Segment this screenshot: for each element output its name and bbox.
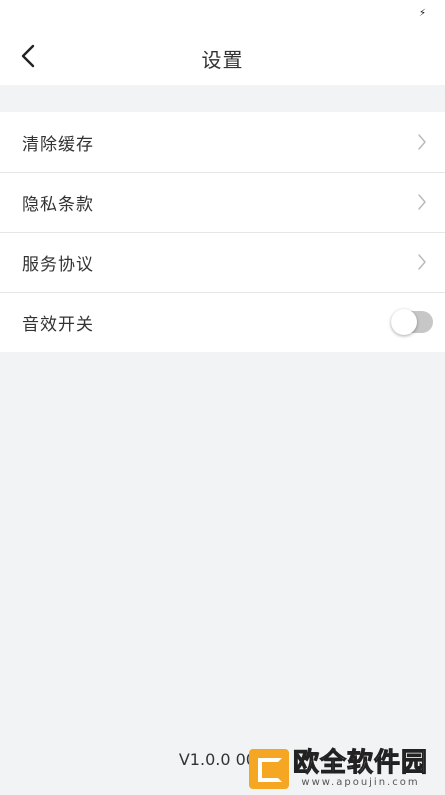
watermark: 欧全软件园 www.apoujin.com bbox=[249, 747, 441, 791]
chevron-right-icon bbox=[418, 194, 426, 210]
settings-list: 清除缓存 隐私条款 服务协议 音效开关 bbox=[0, 112, 445, 352]
nav-bar: 设置 bbox=[0, 30, 445, 85]
settings-item-label: 隐私条款 bbox=[22, 194, 94, 215]
chevron-right-icon bbox=[418, 134, 426, 150]
settings-item-service-agreement[interactable]: 服务协议 bbox=[0, 232, 445, 292]
watermark-logo-icon bbox=[249, 749, 289, 789]
settings-item-privacy-terms[interactable]: 隐私条款 bbox=[0, 172, 445, 232]
watermark-text: 欧全软件园 www.apoujin.com bbox=[292, 748, 429, 789]
bolt-icon: ⚡ bbox=[418, 8, 426, 19]
status-bar: ⚡ bbox=[0, 0, 445, 30]
watermark-name: 欧全软件园 bbox=[292, 748, 429, 778]
settings-item-label: 清除缓存 bbox=[22, 134, 94, 155]
settings-item-sound-effects: 音效开关 bbox=[0, 292, 445, 352]
watermark-url: www.apoujin.com bbox=[301, 777, 420, 788]
page-title: 设置 bbox=[201, 48, 244, 72]
settings-item-label: 音效开关 bbox=[22, 314, 94, 335]
toggle-knob bbox=[391, 309, 417, 335]
sound-effects-toggle[interactable] bbox=[391, 309, 433, 335]
settings-item-clear-cache[interactable]: 清除缓存 bbox=[0, 112, 445, 172]
chevron-right-icon bbox=[418, 254, 426, 270]
settings-item-label: 服务协议 bbox=[22, 254, 94, 275]
